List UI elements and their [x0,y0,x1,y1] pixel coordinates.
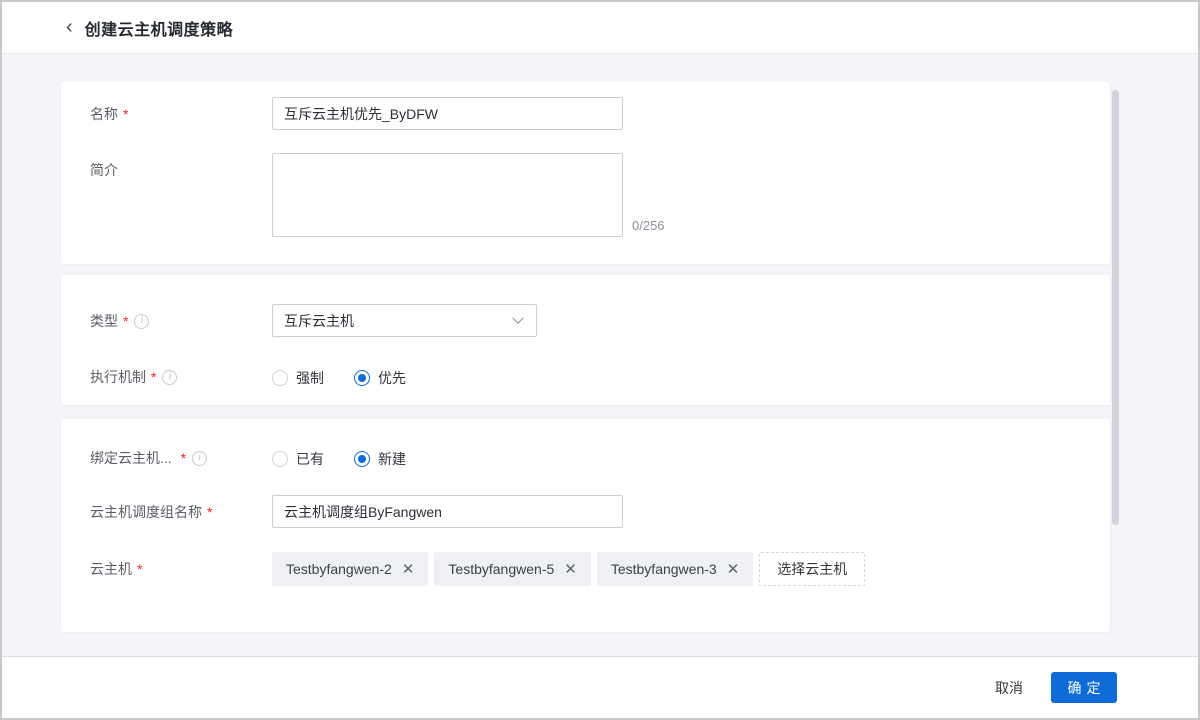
group-name-label: 云主机调度组名称 * [90,495,272,522]
description-label-text: 简介 [90,160,118,180]
name-label: 名称 * [90,97,272,124]
name-row: 名称 * [90,97,1110,130]
back-icon[interactable]: ‹ [66,17,73,37]
name-label-text: 名称 [90,104,118,124]
type-row: 类型 * i 互斥云主机 [90,304,1110,337]
host-tag-name: Testbyfangwen-3 [611,561,717,577]
hosts-row: 云主机 * Testbyfangwen-2 ✕ Testbyfangwen-5 ✕… [90,552,1110,586]
close-icon[interactable]: ✕ [564,562,577,577]
required-star: * [207,504,212,520]
radio-icon [354,451,370,467]
host-tag-name: Testbyfangwen-5 [448,561,554,577]
radio-label: 新建 [378,449,406,469]
type-label: 类型 * i [90,304,272,331]
required-star: * [123,313,128,329]
radio-icon [272,370,288,386]
select-host-button[interactable]: 选择云主机 [759,552,865,586]
bind-group-radio-group: 已有 新建 [272,448,436,469]
binding-card: 绑定云主机... * i 已有 新建 云主机调度组名称 * [61,419,1110,632]
mechanism-row: 执行机制 * i 强制 优先 [90,367,1110,388]
group-name-label-text: 云主机调度组名称 [90,502,202,522]
radio-new-group[interactable]: 新建 [354,449,406,469]
mechanism-label: 执行机制 * i [90,367,272,387]
mechanism-label-text: 执行机制 [90,367,146,387]
required-star: * [151,369,156,385]
confirm-button[interactable]: 确定 [1051,672,1117,703]
radio-label: 强制 [296,368,324,388]
required-star: * [181,450,186,466]
description-wrap: 0/256 [272,153,665,237]
radio-mechanism-force[interactable]: 强制 [272,368,324,388]
description-textarea[interactable] [272,153,623,237]
host-tag: Testbyfangwen-2 ✕ [272,552,428,586]
bind-group-label: 绑定云主机... * i [90,448,272,468]
required-star: * [137,561,142,577]
page-header: ‹ 创建云主机调度策略 [2,2,1198,54]
cancel-button[interactable]: 取消 [995,678,1023,698]
group-name-row: 云主机调度组名称 * [90,495,1110,528]
type-label-text: 类型 [90,311,118,331]
type-select[interactable]: 互斥云主机 [272,304,537,337]
page-footer: 取消 确定 [2,656,1198,718]
radio-icon [354,370,370,386]
radio-existing-group[interactable]: 已有 [272,449,324,469]
radio-icon [272,451,288,467]
description-label: 简介 [90,153,272,180]
chevron-down-icon [512,312,523,323]
create-scheduling-policy-page: ‹ 创建云主机调度策略 名称 * 简介 0/256 [0,0,1200,720]
host-tags: Testbyfangwen-2 ✕ Testbyfangwen-5 ✕ Test… [272,552,865,586]
host-tag: Testbyfangwen-5 ✕ [434,552,590,586]
vertical-scrollbar[interactable] [1112,90,1119,525]
char-counter: 0/256 [632,218,665,233]
bind-group-label-text: 绑定云主机... [90,448,172,468]
hosts-label-text: 云主机 [90,559,132,579]
basic-info-card: 名称 * 简介 0/256 [61,82,1110,264]
close-icon[interactable]: ✕ [727,562,740,577]
info-icon[interactable]: i [192,451,207,466]
hosts-label: 云主机 * [90,552,272,579]
name-input[interactable] [272,97,623,130]
required-star: * [123,106,128,122]
radio-label: 已有 [296,449,324,469]
page-title: 创建云主机调度策略 [85,16,234,40]
description-row: 简介 0/256 [90,153,1110,237]
group-name-input[interactable] [272,495,623,528]
host-tag: Testbyfangwen-3 ✕ [597,552,753,586]
bind-group-row: 绑定云主机... * i 已有 新建 [90,448,1110,469]
type-select-value: 互斥云主机 [284,311,354,331]
info-icon[interactable]: i [134,314,149,329]
close-icon[interactable]: ✕ [402,562,415,577]
radio-mechanism-priority[interactable]: 优先 [354,368,406,388]
policy-card: 类型 * i 互斥云主机 执行机制 * i 强制 [61,275,1110,405]
form-content: 名称 * 简介 0/256 类型 * i 互斥云主机 [2,55,1198,655]
host-tag-name: Testbyfangwen-2 [286,561,392,577]
radio-label: 优先 [378,368,406,388]
mechanism-radio-group: 强制 优先 [272,367,436,388]
info-icon[interactable]: i [162,370,177,385]
